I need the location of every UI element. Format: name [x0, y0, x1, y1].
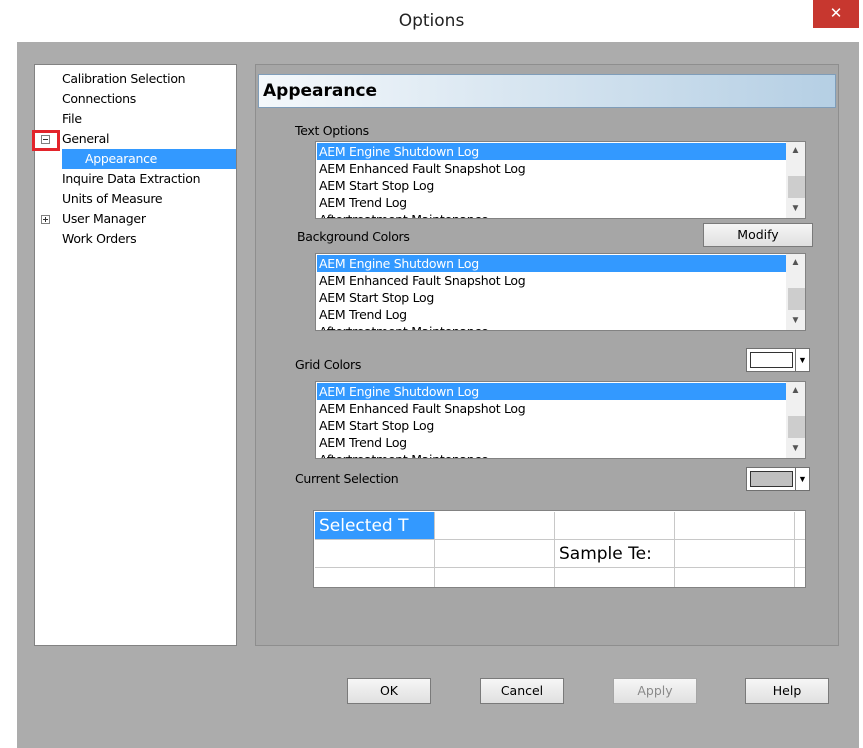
scroll-up-icon[interactable]: ▲: [786, 254, 805, 272]
background-colors-list[interactable]: AEM Engine Shutdown Log AEM Enhanced Fau…: [315, 253, 806, 331]
apply-button[interactable]: Apply: [613, 678, 697, 704]
panel-title: Appearance: [263, 81, 378, 101]
list-item[interactable]: AEM Trend Log: [317, 194, 407, 211]
scroll-up-icon[interactable]: ▲: [786, 382, 805, 400]
expand-plus-icon[interactable]: [41, 215, 50, 224]
preview-cell: [315, 568, 435, 587]
scroll-down-icon[interactable]: ▼: [786, 312, 805, 330]
preview-cell: [435, 540, 555, 568]
background-colors-scrollbar[interactable]: ▲ ▼: [786, 254, 805, 330]
preview-cell: [315, 540, 435, 568]
window-title: Options: [398, 11, 465, 31]
tree-item-file[interactable]: File: [62, 109, 82, 129]
preview-cell: [675, 568, 795, 587]
tree-item-work-orders[interactable]: Work Orders: [62, 229, 137, 249]
list-item[interactable]: AEM Start Stop Log: [317, 417, 434, 434]
preview-cell: [795, 540, 805, 568]
appearance-panel: Appearance Text Options AEM Engine Shutd…: [255, 64, 839, 646]
tree-item-units-of-measure[interactable]: Units of Measure: [62, 189, 163, 209]
tree-item-general[interactable]: General: [62, 129, 109, 149]
close-button[interactable]: ✕: [813, 0, 859, 28]
list-item[interactable]: AEM Engine Shutdown Log: [317, 143, 787, 160]
preview-cell: [675, 512, 795, 540]
tree-item-label: User Manager: [62, 211, 146, 226]
tree-item-label: General: [62, 131, 110, 146]
current-selection-color-picker[interactable]: ▼: [746, 467, 810, 491]
tree-item-label: Inquire Data Extraction: [62, 171, 201, 186]
options-tree: Calibration Selection Connections File G…: [34, 64, 237, 646]
tree-item-connections[interactable]: Connections: [62, 89, 136, 109]
list-item[interactable]: Aftertreatment Maintenance: [317, 451, 489, 458]
tree-item-label: File: [62, 111, 82, 126]
preview-sample-cell: Sample Te:: [555, 540, 675, 568]
preview-cell: [675, 540, 795, 568]
chevron-down-icon[interactable]: ▼: [795, 349, 809, 371]
ok-button[interactable]: OK: [347, 678, 431, 704]
preview-grid: Selected T Sample Te:: [313, 510, 806, 588]
tree-item-calibration-selection[interactable]: Calibration Selection: [62, 69, 186, 89]
tree-item-label: Calibration Selection: [62, 71, 186, 86]
grid-color-swatch: [750, 352, 793, 368]
tree-item-label: Work Orders: [62, 231, 137, 246]
list-item[interactable]: AEM Enhanced Fault Snapshot Log: [317, 400, 526, 417]
preview-cell: [435, 512, 555, 540]
list-item[interactable]: AEM Engine Shutdown Log: [317, 255, 787, 272]
current-selection-label: Current Selection: [295, 471, 399, 486]
options-dialog: Calibration Selection Connections File G…: [17, 42, 859, 748]
scroll-thumb[interactable]: [788, 288, 805, 310]
modify-button[interactable]: Modify: [703, 223, 813, 247]
preview-cell: [795, 512, 805, 540]
text-options-scrollbar[interactable]: ▲ ▼: [786, 142, 805, 218]
chevron-down-icon[interactable]: ▼: [795, 468, 809, 490]
grid-color-picker[interactable]: ▼: [746, 348, 810, 372]
background-colors-label: Background Colors: [297, 229, 410, 244]
panel-header: Appearance: [258, 74, 836, 108]
help-button[interactable]: Help: [745, 678, 829, 704]
preview-selected-cell: Selected T: [315, 512, 435, 540]
grid-colors-label: Grid Colors: [295, 357, 362, 372]
tree-item-inquire-data-extraction[interactable]: Inquire Data Extraction: [62, 169, 201, 189]
text-options-list[interactable]: AEM Engine Shutdown Log AEM Enhanced Fau…: [315, 141, 806, 219]
grid-colors-scrollbar[interactable]: ▲ ▼: [786, 382, 805, 458]
list-item[interactable]: AEM Start Stop Log: [317, 289, 434, 306]
list-item[interactable]: AEM Engine Shutdown Log: [317, 383, 787, 400]
tree-item-label: Appearance: [85, 151, 158, 166]
list-item[interactable]: AEM Enhanced Fault Snapshot Log: [317, 272, 526, 289]
preview-cell: [435, 568, 555, 587]
list-item[interactable]: Aftertreatment Maintenance: [317, 211, 489, 218]
scroll-up-icon[interactable]: ▲: [786, 142, 805, 160]
title-bar: Options ✕: [0, 0, 863, 42]
list-item[interactable]: AEM Start Stop Log: [317, 177, 434, 194]
tree-item-label: Units of Measure: [62, 191, 163, 206]
scroll-down-icon[interactable]: ▼: [786, 200, 805, 218]
close-icon: ✕: [829, 4, 843, 22]
annotation-highlight-box: [32, 130, 60, 151]
tree-item-user-manager[interactable]: User Manager: [62, 209, 146, 229]
grid-colors-list[interactable]: AEM Engine Shutdown Log AEM Enhanced Fau…: [315, 381, 806, 459]
scroll-thumb[interactable]: [788, 176, 805, 198]
list-item[interactable]: Aftertreatment Maintenance: [317, 323, 489, 330]
tree-item-label: Connections: [62, 91, 136, 106]
list-item[interactable]: AEM Trend Log: [317, 306, 407, 323]
list-item[interactable]: AEM Trend Log: [317, 434, 407, 451]
current-selection-swatch: [750, 471, 793, 487]
preview-cell: [555, 512, 675, 540]
tree-item-appearance[interactable]: Appearance: [62, 149, 236, 169]
cancel-button[interactable]: Cancel: [480, 678, 564, 704]
list-item[interactable]: AEM Enhanced Fault Snapshot Log: [317, 160, 526, 177]
preview-cell: [795, 568, 805, 587]
preview-cell: [555, 568, 675, 587]
scroll-thumb[interactable]: [788, 416, 805, 438]
text-options-label: Text Options: [295, 123, 369, 138]
scroll-down-icon[interactable]: ▼: [786, 440, 805, 458]
